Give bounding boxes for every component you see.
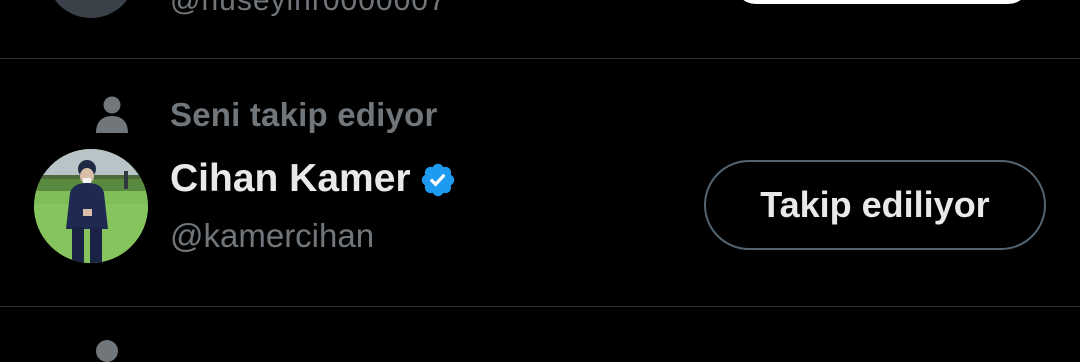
follow-button[interactable] bbox=[734, 0, 1030, 4]
person-icon bbox=[96, 96, 128, 133]
user-handle: @huseyinr0000007 bbox=[170, 0, 447, 17]
user-handle[interactable]: @kamercihan bbox=[170, 217, 374, 255]
row-divider bbox=[0, 306, 1080, 307]
previous-user-row[interactable]: @huseyinr0000007 bbox=[0, 0, 1080, 58]
display-name[interactable]: Cihan Kamer bbox=[170, 157, 411, 201]
follows-you-label: Seni takip ediyor bbox=[170, 96, 438, 133]
following-button[interactable]: Takip ediliyor bbox=[704, 160, 1046, 250]
avatar[interactable] bbox=[34, 149, 148, 263]
avatar-photo bbox=[34, 149, 148, 263]
user-name-line[interactable]: Cihan Kamer bbox=[170, 156, 457, 202]
row-divider bbox=[0, 58, 1080, 59]
avatar[interactable] bbox=[46, 0, 136, 18]
verified-badge-icon bbox=[421, 163, 454, 197]
person-icon bbox=[96, 340, 118, 362]
